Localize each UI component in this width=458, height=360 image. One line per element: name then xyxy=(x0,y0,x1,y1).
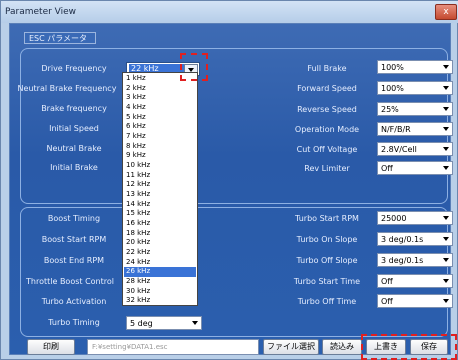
select-file-button[interactable]: ファイル選択 xyxy=(263,339,319,355)
turbo-start-time-select[interactable]: Off xyxy=(377,274,453,288)
title-bar[interactable]: Parameter View x xyxy=(1,1,458,23)
dropdown-option[interactable]: 2 kHz xyxy=(124,84,196,94)
boost-end-rpm-label: Boost End RPM xyxy=(43,256,105,265)
dropdown-option[interactable]: 15 kHz xyxy=(124,209,196,219)
turbo-timing-select[interactable]: 5 deg xyxy=(126,316,202,330)
dropdown-option[interactable]: 24 kHz xyxy=(124,258,196,268)
dropdown-option[interactable]: 30 kHz xyxy=(124,287,196,297)
chevron-down-icon xyxy=(443,237,449,241)
reverse-speed-label: Reverse Speed xyxy=(297,105,357,114)
boost-timing-label: Boost Timing xyxy=(47,214,101,223)
turbo-start-time-label: Turbo Start Time xyxy=(293,277,361,286)
chevron-down-icon xyxy=(443,107,449,111)
turbo-off-slope-label: Turbo Off Slope xyxy=(296,256,358,265)
window-title: Parameter View xyxy=(5,7,77,17)
chevron-down-icon xyxy=(443,86,449,90)
dropdown-option[interactable]: 32 kHz xyxy=(124,296,196,306)
turbo-off-time-label: Turbo Off Time xyxy=(297,297,357,306)
turbo-on-slope-select[interactable]: 3 deg/0.1s xyxy=(377,232,453,246)
initial-speed-label: Initial Speed xyxy=(49,124,99,133)
turbo-start-rpm-select[interactable]: 25000 xyxy=(377,211,453,225)
arrow-highlight xyxy=(180,53,208,81)
dropdown-option[interactable]: 16 kHz xyxy=(124,219,196,229)
drive-frequency-dropdown-list: 1 kHz 2 kHz 3 kHz 4 kHz 5 kHz 6 kHz 7 kHz 8 kHz… xyxy=(122,72,198,306)
buttons-highlight xyxy=(361,334,457,360)
operation-mode-label: Operation Mode xyxy=(294,125,360,134)
initial-brake-label: Initial Brake xyxy=(50,163,98,172)
drive-frequency-label: Drive Frequency xyxy=(41,64,107,73)
reverse-speed-value: 25% xyxy=(381,105,399,114)
rev-limiter-label: Rev Limiter xyxy=(304,164,350,173)
dropdown-option[interactable]: 4 kHz xyxy=(124,103,196,113)
turbo-start-time-value: Off xyxy=(381,277,393,286)
turbo-timing-value: 5 deg xyxy=(130,319,153,328)
forward-speed-label: Forward Speed xyxy=(297,84,357,93)
full-brake-label: Full Brake xyxy=(307,64,347,73)
dropdown-option[interactable]: 7 kHz xyxy=(124,132,196,142)
dropdown-option[interactable]: 5 kHz xyxy=(124,113,196,123)
turbo-off-time-value: Off xyxy=(381,297,393,306)
dropdown-option[interactable]: 20 kHz xyxy=(124,238,196,248)
parameter-view-window: Parameter View x ESC パラメータ Drive Frequen… xyxy=(0,0,458,360)
dropdown-option[interactable]: 28 kHz xyxy=(124,277,196,287)
operation-mode-select[interactable]: N/F/B/R xyxy=(377,122,453,136)
dropdown-option[interactable]: 10 kHz xyxy=(124,161,196,171)
chevron-down-icon xyxy=(443,216,449,220)
reverse-speed-select[interactable]: 25% xyxy=(377,102,453,116)
close-icon: x xyxy=(443,7,449,17)
print-button[interactable]: 印刷 xyxy=(27,339,75,355)
dropdown-option[interactable]: 9 kHz xyxy=(124,151,196,161)
main-panel: ESC パラメータ Drive Frequency Neutral Brake … xyxy=(9,23,453,355)
dropdown-option[interactable]: 13 kHz xyxy=(124,190,196,200)
turbo-activation-label: Turbo Activation xyxy=(41,297,107,306)
load-button[interactable]: 読込み xyxy=(322,339,362,355)
chevron-down-icon xyxy=(192,321,198,325)
dropdown-option[interactable]: 11 kHz xyxy=(124,171,196,181)
chevron-down-icon xyxy=(443,299,449,303)
throttle-boost-control-label: Throttle Boost Control xyxy=(26,277,114,286)
chevron-down-icon xyxy=(443,166,449,170)
chevron-down-icon xyxy=(443,147,449,151)
dropdown-option[interactable]: 12 kHz xyxy=(124,180,196,190)
dropdown-option[interactable]: 18 kHz xyxy=(124,229,196,239)
dropdown-option[interactable]: 8 kHz xyxy=(124,142,196,152)
rev-limiter-select[interactable]: Off xyxy=(377,161,453,175)
operation-mode-value: N/F/B/R xyxy=(381,125,411,134)
cut-off-voltage-select[interactable]: 2.8V/Cell xyxy=(377,142,453,156)
chevron-down-icon xyxy=(443,65,449,69)
turbo-start-rpm-value: 25000 xyxy=(381,214,407,223)
turbo-on-slope-label: Turbo On Slope xyxy=(296,235,358,244)
cut-off-voltage-value: 2.8V/Cell xyxy=(381,145,417,154)
brake-frequency-label: Brake frequency xyxy=(41,104,107,113)
full-brake-select[interactable]: 100% xyxy=(377,60,453,74)
turbo-start-rpm-label: Turbo Start RPM xyxy=(295,214,359,223)
forward-speed-select[interactable]: 100% xyxy=(377,81,453,95)
turbo-timing-label: Turbo Timing xyxy=(48,318,100,327)
tab-esc-parameters[interactable]: ESC パラメータ xyxy=(24,32,96,44)
dropdown-option[interactable]: 26 kHz xyxy=(124,267,196,277)
dropdown-option[interactable]: 6 kHz xyxy=(124,122,196,132)
neutral-brake-label: Neutral Brake xyxy=(46,144,102,153)
cut-off-voltage-label: Cut Off Voltage xyxy=(296,145,358,154)
dropdown-option[interactable]: 3 kHz xyxy=(124,93,196,103)
close-button[interactable]: x xyxy=(435,4,457,20)
turbo-off-time-select[interactable]: Off xyxy=(377,294,453,308)
rev-limiter-value: Off xyxy=(381,164,393,173)
dropdown-option[interactable]: 14 kHz xyxy=(124,200,196,210)
chevron-down-icon xyxy=(443,127,449,131)
turbo-off-slope-value: 3 deg/0.1s xyxy=(381,256,424,265)
boost-start-rpm-label: Boost Start RPM xyxy=(41,235,107,244)
neutral-brake-frequency-label: Neutral Brake Frequency xyxy=(17,84,117,93)
full-brake-value: 100% xyxy=(381,63,404,72)
chevron-down-icon xyxy=(443,258,449,262)
dropdown-option[interactable]: 22 kHz xyxy=(124,248,196,258)
turbo-off-slope-select[interactable]: 3 deg/0.1s xyxy=(377,253,453,267)
turbo-on-slope-value: 3 deg/0.1s xyxy=(381,235,424,244)
file-path-field[interactable]: F:¥setting¥DATA1.esc xyxy=(87,339,259,355)
chevron-down-icon xyxy=(443,279,449,283)
forward-speed-value: 100% xyxy=(381,84,404,93)
